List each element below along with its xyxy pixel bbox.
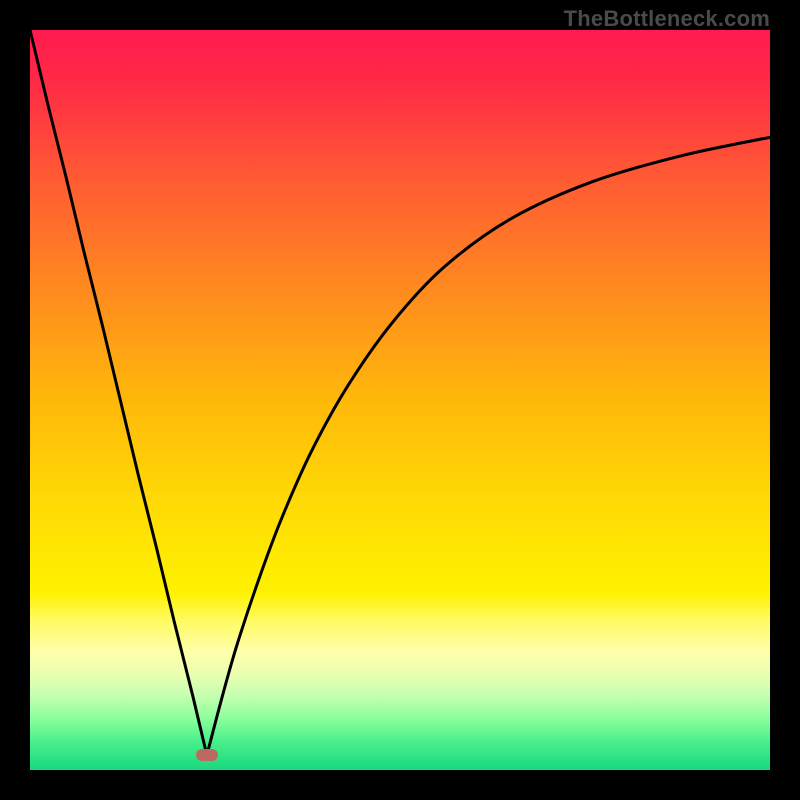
chart-background	[30, 30, 770, 770]
watermark-text: TheBottleneck.com	[564, 6, 770, 32]
bottleneck-chart	[30, 30, 770, 770]
chart-frame	[30, 30, 770, 770]
bottleneck-marker	[196, 749, 218, 761]
